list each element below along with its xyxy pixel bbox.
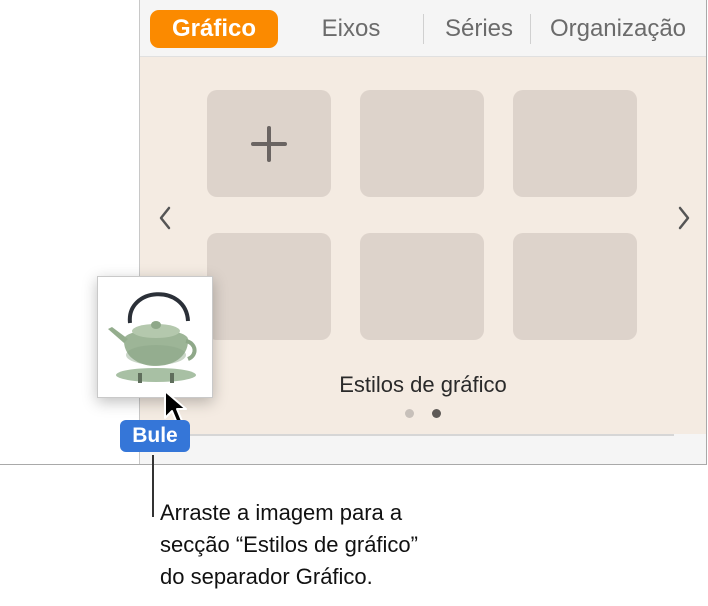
style-tile[interactable] xyxy=(513,233,637,340)
callout-line-2: secção “Estilos de gráfico” xyxy=(160,532,418,557)
tab-separator xyxy=(423,14,424,44)
add-style-tile[interactable] xyxy=(207,90,331,197)
callout-text: Arraste a imagem para a secção “Estilos … xyxy=(160,497,560,593)
style-tile[interactable] xyxy=(360,233,484,340)
style-tile[interactable] xyxy=(207,233,331,340)
dragged-image[interactable] xyxy=(97,276,213,398)
chart-styles-panel: Estilos de gráfico xyxy=(140,57,706,434)
style-tile[interactable] xyxy=(513,90,637,197)
callout-line xyxy=(152,455,154,517)
callout-line-1: Arraste a imagem para a xyxy=(160,500,403,525)
style-tile[interactable] xyxy=(360,90,484,197)
chevron-left-icon[interactable] xyxy=(156,204,174,232)
inspector-tab-bar: Gráfico Eixos Séries Organização xyxy=(140,0,706,57)
tab-organizacao[interactable]: Organização xyxy=(533,10,703,48)
tab-separator xyxy=(530,14,531,44)
page-dot[interactable] xyxy=(405,409,414,418)
chevron-right-icon[interactable] xyxy=(675,204,693,232)
tab-grafico[interactable]: Gráfico xyxy=(150,10,278,48)
page-dot-current[interactable] xyxy=(432,409,441,418)
teapot-icon xyxy=(108,292,197,383)
image-name-label: Bule xyxy=(120,420,190,452)
chart-styles-title: Estilos de gráfico xyxy=(339,372,507,397)
tab-series[interactable]: Séries xyxy=(428,10,530,48)
panel-divider xyxy=(140,434,674,436)
tab-eixos[interactable]: Eixos xyxy=(292,10,410,48)
callout-line-3: do separador Gráfico. xyxy=(160,564,373,589)
